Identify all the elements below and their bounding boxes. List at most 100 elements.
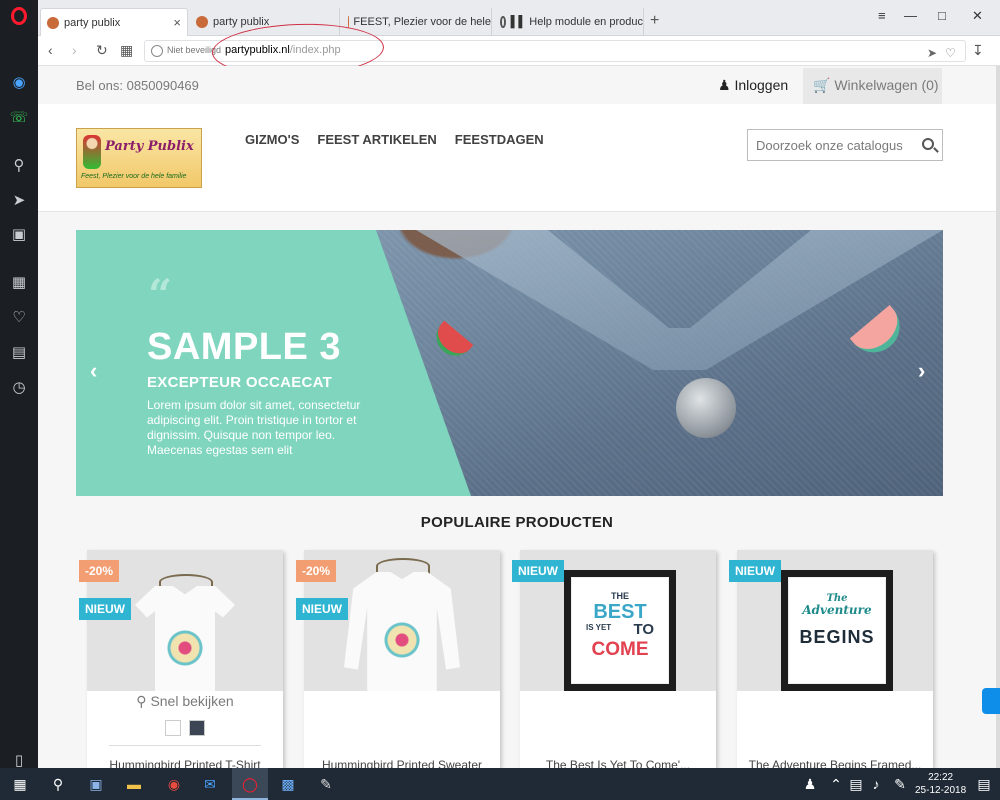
poster-line: BEST — [593, 601, 647, 623]
poster-the-best: THE BEST IS YET TO COME — [571, 577, 669, 684]
new-badge: NIEUW — [79, 598, 131, 620]
notifications-icon[interactable]: ▤ — [974, 774, 994, 794]
swatch-white[interactable] — [165, 720, 181, 736]
camera-icon[interactable]: ▣ — [9, 224, 29, 244]
tab-party-publix-1[interactable]: party publix × — [40, 8, 188, 36]
opera-sidebar: ◉ ☏ ⚲ ➤ ▣ ▦ ♡ ▤ ◷ ▯ — [0, 0, 38, 770]
cart-label: Winkelwagen (0) — [834, 77, 939, 93]
tab-label: ▌▌ Help module en produc — [510, 16, 643, 28]
tabs-grid-icon[interactable]: ▦ — [120, 42, 133, 59]
pen-icon[interactable]: ✎ — [890, 774, 910, 794]
product-card[interactable]: -20% NIEUW Hummingbird Printed Sweater — [296, 550, 500, 768]
new-badge: NIEUW — [296, 598, 348, 620]
opera-logo-icon[interactable] — [11, 7, 27, 25]
framed-poster: THE BEST IS YET TO COME — [564, 570, 676, 691]
speed-dial-icon[interactable]: ▦ — [9, 272, 29, 292]
app-grid-icon[interactable]: ▩ — [278, 774, 298, 794]
discount-badge: -20% — [79, 560, 120, 582]
opera-taskbar-icon[interactable]: ◯ — [240, 774, 260, 794]
product-card[interactable]: The Adventure BEGINS NIEUW The Adventure… — [729, 550, 933, 768]
login-link[interactable]: ♟ Inloggen — [718, 77, 788, 94]
app-icon[interactable]: ◉ — [164, 774, 184, 794]
clown-icon — [83, 135, 101, 169]
windows-start-icon[interactable]: ▦ — [10, 774, 30, 794]
cart-button[interactable]: 🛒 Winkelwagen (0) — [803, 68, 942, 104]
clock-date: 25-12-2018 — [915, 785, 967, 796]
back-icon[interactable]: ‹ — [48, 42, 53, 58]
logo-text: Party Publix — [105, 139, 194, 154]
logo-tagline: Feest, Plezier voor de hele familie — [81, 173, 187, 180]
minimize-icon[interactable]: — — [904, 8, 917, 23]
messenger-icon[interactable]: ◉ — [9, 72, 29, 92]
slider-next-icon[interactable]: › — [918, 358, 925, 384]
tab-menu-icon[interactable]: ≡ — [878, 8, 886, 23]
clown-favicon-icon — [196, 16, 208, 28]
hummingbird-graphic-icon — [384, 622, 420, 658]
network-icon[interactable]: ▤ — [846, 774, 866, 794]
maximize-icon[interactable]: □ — [938, 8, 946, 23]
tray-chevron-icon[interactable]: ⌃ — [826, 774, 846, 794]
new-tab-icon[interactable]: + — [650, 12, 659, 30]
poster-line: TO — [633, 621, 654, 638]
paint-icon[interactable]: ✎ — [316, 774, 336, 794]
history-icon[interactable]: ◷ — [9, 377, 29, 397]
download-icon[interactable]: ↧ — [972, 42, 984, 59]
color-swatches — [165, 720, 205, 736]
scrollbar[interactable] — [996, 66, 1000, 768]
tab-help-module[interactable]: ▌▌ Help module en produc — [494, 8, 644, 36]
forward-icon[interactable]: › — [72, 42, 77, 58]
top-bar: Bel ons: 0850090469 ♟ Inloggen 🛒 Winkelw… — [38, 66, 996, 104]
swatch-dark[interactable] — [189, 720, 205, 736]
whatsapp-icon[interactable]: ☏ — [9, 107, 29, 127]
nav-feestdagen[interactable]: FEESTDAGEN — [455, 132, 544, 147]
taskbar-search-icon[interactable]: ⚲ — [48, 774, 68, 794]
product-card[interactable]: THE BEST IS YET TO COME NIEUW The Best I… — [512, 550, 716, 768]
people-icon[interactable]: ♟ — [800, 774, 820, 794]
network-app-icon[interactable]: ▣ — [86, 774, 106, 794]
poster-line: COME — [591, 639, 649, 660]
close-window-icon[interactable]: ✕ — [972, 8, 983, 24]
volume-icon[interactable]: ♪ — [866, 774, 886, 794]
file-explorer-icon[interactable]: ▬ — [124, 774, 144, 794]
tab-label: party publix — [64, 16, 121, 29]
send-url-icon[interactable]: ➤ — [927, 46, 937, 60]
poster-line: BEGINS — [799, 627, 875, 647]
bookmark-heart-icon[interactable]: ♡ — [945, 46, 956, 60]
heart-icon[interactable]: ♡ — [9, 307, 29, 327]
product-card[interactable]: -20% NIEUW ⚲ Snel bekijken Hummingbird P… — [79, 550, 283, 768]
quick-view-link[interactable]: ⚲ Snel bekijken — [87, 693, 283, 710]
tab-label: party publix — [213, 16, 270, 28]
new-badge: NIEUW — [512, 560, 564, 582]
windows-taskbar: ▦ ⚲ ▣ ▬ ◉ ✉ ◯ ▩ ✎ ♟ ⌃ ▤ ♪ ✎ 22:22 25-12-… — [0, 768, 1000, 800]
poster-adventure: The Adventure BEGINS — [788, 577, 886, 684]
teamviewer-icon[interactable] — [982, 688, 1000, 714]
site-header: Party Publix Feest, Plezier voor de hele… — [38, 104, 996, 212]
site-logo[interactable]: Party Publix Feest, Plezier voor de hele… — [76, 128, 202, 188]
product-name[interactable]: The Adventure Begins Framed... — [737, 758, 933, 768]
send-icon[interactable]: ➤ — [9, 190, 29, 210]
catalog-search — [747, 129, 943, 161]
news-icon[interactable]: ▤ — [9, 342, 29, 362]
hanger-icon — [376, 558, 430, 574]
close-tab-icon[interactable]: × — [173, 15, 181, 30]
slide-text: Lorem ipsum dolor sit amet, consectetur … — [147, 398, 361, 457]
product-name[interactable]: The Best Is Yet To Come'... — [520, 758, 716, 768]
mail-icon[interactable]: ✉ — [200, 774, 220, 794]
framed-poster: The Adventure BEGINS — [781, 570, 893, 691]
hummingbird-graphic-icon — [167, 630, 203, 666]
phone-number: Bel ons: 0850090469 — [76, 78, 199, 93]
sidebar-toggle-icon[interactable]: ▯ — [9, 750, 29, 770]
section-title: POPULAIRE PRODUCTEN — [420, 514, 614, 531]
reload-icon[interactable]: ↻ — [96, 42, 108, 59]
product-name[interactable]: Hummingbird Printed T-Shirt — [87, 758, 283, 768]
search-icon[interactable]: ⚲ — [9, 155, 29, 175]
nav-gizmos[interactable]: GIZMO'S — [245, 132, 299, 147]
new-badge: NIEUW — [729, 560, 781, 582]
nav-feest-artikelen[interactable]: FEEST ARTIKELEN — [317, 132, 436, 147]
slider-prev-icon[interactable]: ‹ — [90, 358, 97, 384]
product-name[interactable]: Hummingbird Printed Sweater — [304, 758, 500, 768]
search-input[interactable] — [748, 130, 908, 160]
webpage: Bel ons: 0850090469 ♟ Inloggen 🛒 Winkelw… — [38, 66, 996, 768]
taskbar-clock[interactable]: 22:22 25-12-2018 — [915, 771, 966, 797]
search-icon[interactable] — [922, 138, 934, 150]
